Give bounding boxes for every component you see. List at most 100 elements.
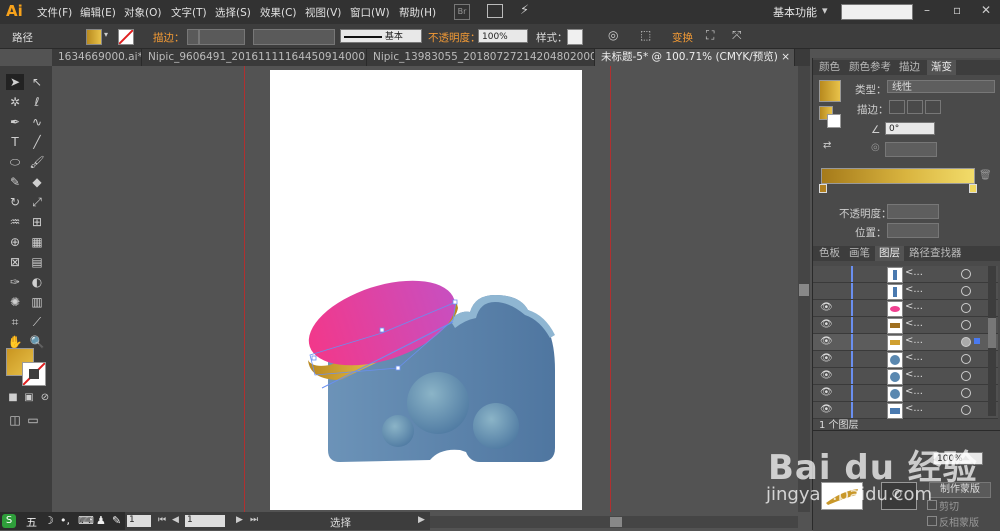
stroke-across-icon[interactable] <box>925 100 941 114</box>
stroke-weight-field[interactable] <box>199 29 245 45</box>
scale-tool-icon[interactable]: ⤢ <box>28 194 46 210</box>
tab-pathfinder[interactable]: 路径查找器 <box>905 246 966 261</box>
type-tool-icon[interactable]: T <box>6 134 24 150</box>
delete-stop-icon[interactable]: 🗑 <box>979 170 992 181</box>
stroke-swatch[interactable] <box>118 29 134 45</box>
stroke-weight-stepper[interactable] <box>187 29 199 45</box>
aspect-ratio-field[interactable] <box>885 142 937 157</box>
ime-skin-icon[interactable]: ♟ <box>96 514 106 527</box>
perspective-grid-icon[interactable]: ▦ <box>28 234 46 250</box>
gradient-stop-left[interactable] <box>819 184 827 193</box>
isolate-icon[interactable]: ⛶ <box>706 28 714 43</box>
anchor-point[interactable] <box>395 365 401 371</box>
fill-chevron-icon[interactable]: ▾ <box>104 30 108 39</box>
menu-window[interactable]: 窗口(W) <box>350 5 390 20</box>
warp-tool-icon[interactable]: ♒ <box>6 214 24 230</box>
stop-position-field[interactable] <box>887 223 939 238</box>
tab-document-2[interactable]: Nipic_9606491_20161111164450914000.ai* × <box>142 49 367 66</box>
paintbrush-icon[interactable]: 🖌 <box>28 154 46 170</box>
menu-help[interactable]: 帮助(H) <box>399 5 436 20</box>
ellipse-tool-icon[interactable]: ⬭ <box>6 154 24 170</box>
gradient-thumbnail[interactable] <box>819 80 841 102</box>
target-circle-icon[interactable] <box>961 388 971 398</box>
lasso-icon[interactable]: ℓ <box>28 94 46 110</box>
layer-row[interactable]: <... <box>813 283 998 300</box>
ime-keyboard-icon[interactable]: ⌨ <box>78 514 94 527</box>
minimize-button[interactable]: – <box>924 3 930 17</box>
vertical-scroll-thumb[interactable] <box>799 284 809 296</box>
visibility-eye-icon[interactable]: 👁 <box>820 319 833 330</box>
pencil-icon[interactable]: ✎ <box>6 174 24 190</box>
symbol-sprayer-icon[interactable]: ✺ <box>6 294 24 310</box>
ime-settings-icon[interactable]: ✎ <box>112 514 121 527</box>
visibility-eye-icon[interactable]: 👁 <box>820 336 833 347</box>
ime-punct-icon[interactable]: •, <box>60 514 70 527</box>
prev-page-icon[interactable]: ◀ <box>172 515 179 525</box>
tab-layers[interactable]: 图层 <box>875 246 904 261</box>
ime-moon-icon[interactable]: ☽ <box>44 514 54 527</box>
close-button[interactable]: ✕ <box>981 3 991 17</box>
stroke-along-icon[interactable] <box>907 100 923 114</box>
stroke-mini-swatch[interactable] <box>827 114 841 128</box>
pen-tool-icon[interactable]: ✒ <box>6 114 24 130</box>
gradient-type-select[interactable]: 线性 <box>887 80 995 93</box>
reverse-gradient-icon[interactable]: ⇄ <box>823 140 831 151</box>
tab-swatches[interactable]: 色板 <box>815 246 844 261</box>
fill-swatch[interactable] <box>86 29 102 45</box>
horizontal-scrollbar[interactable] <box>430 516 798 528</box>
angle-field[interactable]: 0° <box>885 122 935 135</box>
rotate-tool-icon[interactable]: ↻ <box>6 194 24 210</box>
horizontal-scroll-thumb[interactable] <box>610 517 622 527</box>
layer-row[interactable]: 👁 <... <box>813 368 998 385</box>
tab-document-1[interactable]: 1634669000.ai* × <box>52 49 142 66</box>
tab-stroke[interactable]: 描边 <box>895 60 924 75</box>
status-menu-icon[interactable]: ▶ <box>418 515 425 525</box>
more-options-icon[interactable]: ⤧ <box>732 28 742 43</box>
help-search-input[interactable] <box>841 4 913 20</box>
gradient-tool-icon[interactable]: ▤ <box>28 254 46 270</box>
zoom-field[interactable]: 1 <box>127 515 151 527</box>
stroke-color-icon[interactable] <box>22 362 46 386</box>
next-page-icon[interactable]: ▶ <box>236 515 243 525</box>
brush-definition[interactable]: 基本 <box>340 29 422 43</box>
line-tool-icon[interactable]: ╱ <box>28 134 46 150</box>
target-circle-icon[interactable] <box>961 286 971 296</box>
visibility-eye-icon[interactable]: 👁 <box>820 404 833 415</box>
column-graph-icon[interactable]: ▥ <box>28 294 46 310</box>
selection-indicator[interactable] <box>974 338 980 344</box>
ime-logo-icon[interactable]: S <box>2 514 16 528</box>
screen-mode-icon[interactable]: ▭ <box>24 412 42 428</box>
target-circle-icon[interactable] <box>961 320 971 330</box>
blend-tool-icon[interactable]: ◐ <box>28 274 46 290</box>
page-field[interactable]: 1 <box>185 515 225 527</box>
menu-select[interactable]: 选择(S) <box>215 5 251 20</box>
menu-object[interactable]: 对象(O) <box>124 5 161 20</box>
visibility-eye-icon[interactable]: 👁 <box>820 353 833 364</box>
tab-color[interactable]: 颜色 <box>815 60 844 75</box>
layer-row[interactable]: 👁 <... <box>813 402 998 419</box>
anchor-point[interactable] <box>379 327 385 333</box>
arrange-documents-icon[interactable] <box>487 4 503 18</box>
align-selection-icon[interactable]: ⬚ <box>640 28 651 42</box>
menu-view[interactable]: 视图(V) <box>305 5 341 20</box>
shape-builder-icon[interactable]: ⊕ <box>6 234 24 250</box>
draw-mode-icon[interactable]: ◫ <box>6 412 24 428</box>
workspace-switcher[interactable]: 基本功能 <box>773 4 817 20</box>
layers-scrollbar[interactable] <box>988 266 996 416</box>
tab-color-guide[interactable]: 颜色参考 <box>845 60 895 75</box>
menu-edit[interactable]: 编辑(E) <box>80 5 116 20</box>
target-circle-icon[interactable] <box>961 269 971 279</box>
eraser-icon[interactable]: ◆ <box>28 174 46 190</box>
tab-document-active[interactable]: 未标题-5* @ 100.71% (CMYK/预览) × <box>595 49 795 66</box>
target-circle-icon[interactable] <box>961 337 971 347</box>
bridge-button[interactable]: Br <box>454 4 470 20</box>
workspace-chevron-icon[interactable]: ▾ <box>822 4 828 17</box>
restore-button[interactable]: ▫ <box>953 3 961 17</box>
selection-tool-icon[interactable]: ➤ <box>6 74 24 90</box>
stop-opacity-field[interactable] <box>887 204 939 219</box>
mesh-tool-icon[interactable]: ⊠ <box>6 254 24 270</box>
gradient-stop-right[interactable] <box>969 184 977 193</box>
slice-tool-icon[interactable]: ⟋ <box>28 314 46 330</box>
last-page-icon[interactable]: ⏭ <box>250 515 258 525</box>
first-page-icon[interactable]: ⏮ <box>158 515 166 525</box>
